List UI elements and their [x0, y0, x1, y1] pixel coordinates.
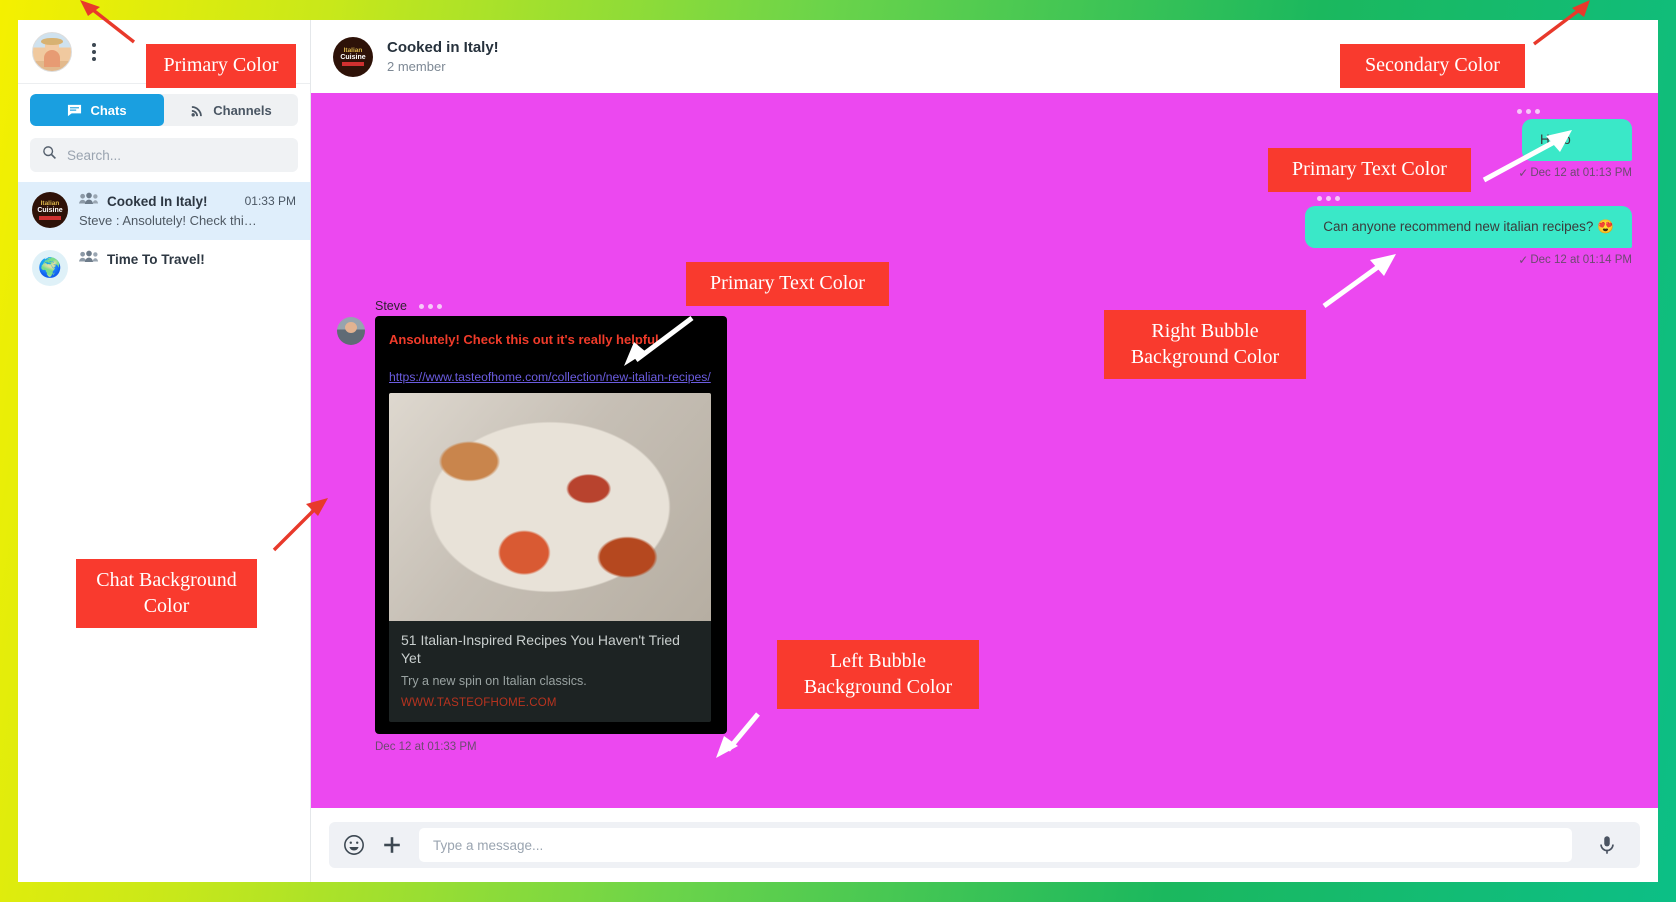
annotation-primary-text-color-right: Primary Text Color — [1268, 148, 1471, 192]
tab-chats[interactable]: Chats — [30, 94, 164, 126]
read-receipt-icon: ✓ — [1518, 166, 1529, 181]
typing-indicator-icon — [1517, 109, 1540, 114]
link-preview-title: 51 Italian-Inspired Recipes You Haven't … — [401, 632, 680, 666]
typing-indicator-icon — [418, 303, 442, 309]
link-preview-image — [389, 393, 711, 622]
timestamp-text: Dec 12 at 01:13 PM — [1530, 167, 1632, 180]
timestamp-text: Dec 12 at 01:33 PM — [375, 741, 477, 754]
message-timestamp: ✓ Dec 12 at 01:14 PM — [1518, 253, 1632, 267]
group-people-icon — [79, 250, 99, 268]
message-bubble-right[interactable]: Can anyone recommend new italian recipes… — [1305, 206, 1632, 249]
sender-name: Steve — [375, 299, 407, 314]
kebab-menu-icon[interactable] — [86, 39, 102, 65]
conversation-title: Cooked in Italy! — [387, 39, 499, 56]
chat-list: Italian Cuisine Cooked In Italy! 01:33 PM… — [18, 182, 310, 882]
message-input[interactable] — [433, 837, 1558, 853]
chat-item-time: 01:33 PM — [244, 194, 296, 208]
conversation-avatar: Italian Cuisine — [333, 36, 373, 77]
search-area — [18, 138, 310, 182]
sender-avatar — [337, 317, 365, 346]
typing-indicator-icon — [1317, 196, 1340, 202]
tab-chats-label: Chats — [90, 102, 127, 118]
read-receipt-icon: ✓ — [1518, 253, 1529, 268]
annotation-secondary-color: Secondary Color — [1340, 44, 1525, 88]
annotation-left-bubble-background-color: Left Bubble Background Color — [777, 640, 979, 710]
chat-item-title: Cooked In Italy! — [107, 193, 208, 209]
message-text: Ansolutely! Check this out it's really h… — [389, 332, 659, 348]
user-avatar[interactable] — [32, 31, 72, 72]
tab-channels[interactable]: Channels — [164, 94, 298, 126]
rss-broadcast-icon — [190, 103, 205, 118]
chat-item-snippet: Steve : Ansolutely! Check thi… — [79, 213, 257, 228]
annotation-primary-color: Primary Color — [146, 44, 296, 88]
message-bubble-left[interactable]: Ansolutely! Check this out it's really h… — [375, 316, 727, 735]
link-preview-source: WWW.TASTEOFHOME.COM — [401, 697, 557, 710]
chat-list-item-cooked-in-italy[interactable]: Italian Cuisine Cooked In Italy! 01:33 PM… — [18, 182, 310, 240]
time-to-travel-globe: 🌍 — [32, 250, 68, 286]
message-timestamp: Dec 12 at 01:33 PM — [375, 741, 727, 753]
timestamp-text: Dec 12 at 01:14 PM — [1530, 254, 1632, 267]
link-preview-description: Try a new spin on Italian classics. — [401, 674, 587, 689]
message-area: Hello ✓ Dec 12 at 01:13 PM Can anyone re… — [311, 93, 1658, 808]
chat-list-item-time-to-travel[interactable]: 🌍 Time To Travel! — [18, 240, 310, 298]
emoji-smiley-icon[interactable] — [343, 834, 365, 856]
chat-bubble-icon — [67, 103, 82, 118]
message-composer — [311, 808, 1658, 882]
message-row-left-1: Steve Ansolutely! Check this out it's re… — [337, 299, 1632, 753]
search-input[interactable] — [67, 147, 286, 163]
chat-item-title: Time To Travel! — [107, 251, 205, 267]
sidebar: Chats Channels Itali — [18, 20, 311, 882]
message-link[interactable]: https://www.tasteofhome.com/collection/n… — [389, 370, 713, 384]
conversation-member-count: 2 member — [387, 59, 446, 74]
message-bubble-right[interactable]: Hello — [1522, 119, 1632, 162]
sidebar-tabs: Chats Channels — [18, 84, 310, 138]
annotation-primary-text-color-left: Primary Text Color — [686, 262, 889, 306]
message-row-right-2: Can anyone recommend new italian recipes… — [337, 196, 1632, 267]
plus-attach-icon[interactable] — [381, 834, 403, 856]
search-icon — [42, 145, 57, 165]
microphone-icon[interactable] — [1596, 834, 1618, 856]
sender-line: Steve — [375, 299, 727, 313]
tab-channels-label: Channels — [213, 102, 272, 118]
annotation-chat-background-color: Chat Background Color — [76, 559, 257, 629]
group-people-icon — [79, 192, 99, 210]
italian-cuisine-logo: Italian Cuisine — [32, 192, 68, 228]
link-preview-card[interactable]: 51 Italian-Inspired Recipes You Haven't … — [389, 393, 711, 723]
message-timestamp: ✓ Dec 12 at 01:13 PM — [1518, 166, 1632, 180]
annotation-right-bubble-background-color: Right Bubble Background Color — [1104, 310, 1306, 380]
